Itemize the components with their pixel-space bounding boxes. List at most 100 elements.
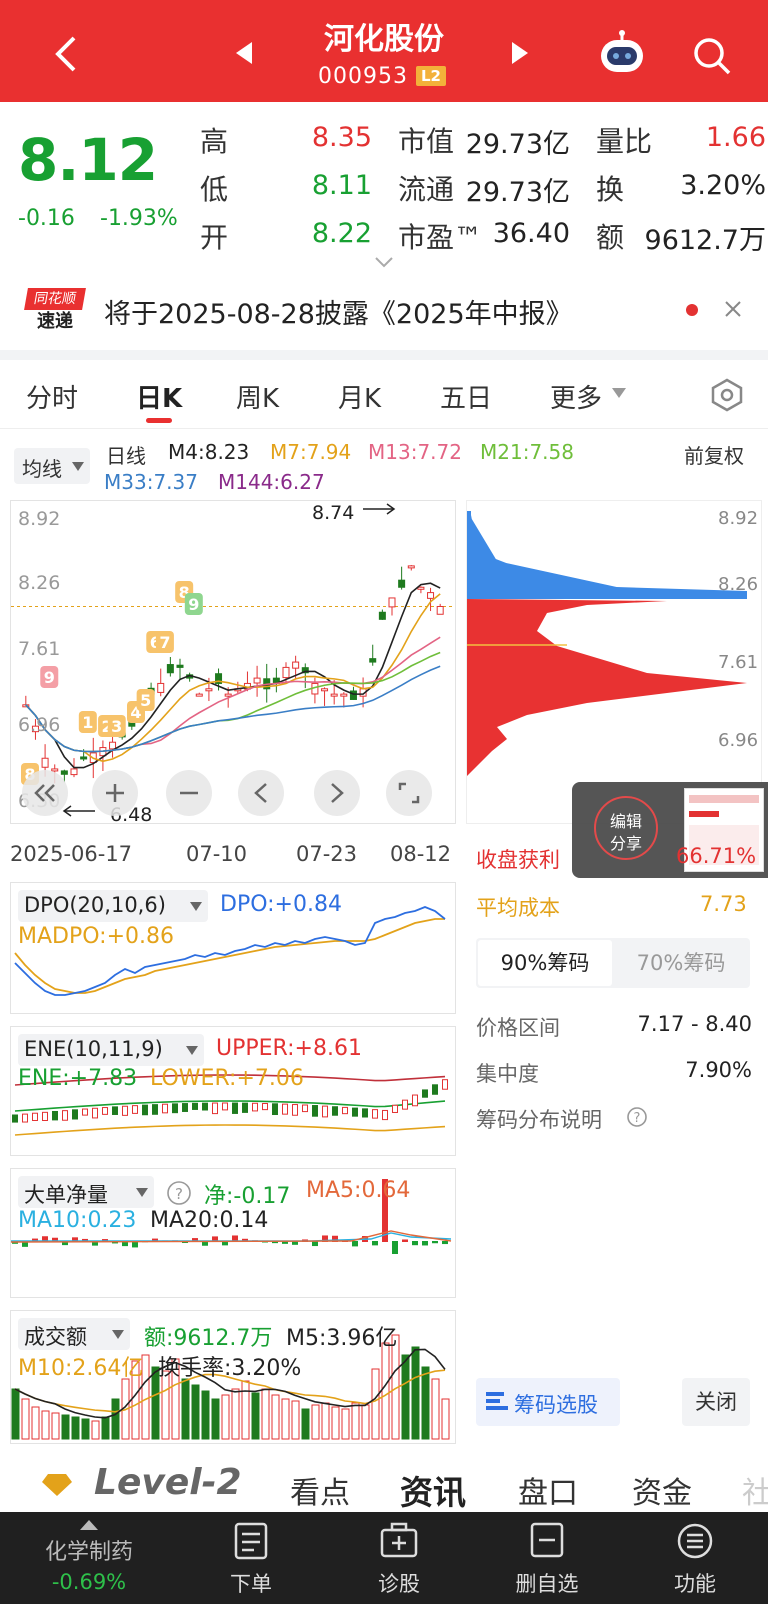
- search-icon[interactable]: [692, 36, 732, 76]
- volume-bar: [401, 1354, 410, 1440]
- turnover-rate-label: 换手率:3.20%: [158, 1356, 302, 1381]
- candle-body: [41, 757, 49, 768]
- low-label: 低: [200, 173, 229, 206]
- high-note: 8.74: [312, 502, 355, 524]
- profit-value: 66.71%: [676, 844, 757, 868]
- tab-highlights[interactable]: 看点: [290, 1468, 350, 1512]
- candle-body: [407, 565, 415, 569]
- volume-bar: [371, 1368, 380, 1440]
- tab-more[interactable]: 更多: [550, 378, 602, 415]
- float-value: 29.73亿: [465, 177, 570, 208]
- tab-weekly-k[interactable]: 周K: [236, 378, 279, 415]
- rewind-button[interactable]: [22, 770, 68, 816]
- ene-candle: [422, 1089, 428, 1098]
- fullscreen-icon: [398, 782, 420, 804]
- bigorder-selector[interactable]: 大单净量: [18, 1176, 154, 1208]
- sector-info[interactable]: 化学制药 -0.69%: [0, 1512, 178, 1604]
- chevron-left-icon: [254, 783, 267, 803]
- candle-body: [195, 693, 203, 697]
- chip-select-stock-button[interactable]: 筹码选股: [476, 1378, 620, 1426]
- ene-candle: [342, 1106, 348, 1115]
- volume-bar: [41, 1410, 50, 1440]
- ma-dropdown-icon: [72, 462, 84, 471]
- news-bar[interactable]: 同花顺 速递 将于2025-08-28披露《2025年中报》: [0, 270, 768, 350]
- robot-assistant-icon[interactable]: [598, 30, 646, 76]
- tab-90-chip[interactable]: 90%筹码: [478, 940, 612, 986]
- volume-bar: [351, 1402, 360, 1440]
- remove-watchlist-button[interactable]: 删自选: [492, 1512, 602, 1604]
- bigorder-bar: [402, 1239, 408, 1242]
- dropdown-icon: [112, 1330, 124, 1339]
- expand-chevron-icon[interactable]: [374, 255, 394, 269]
- volume-bar: [341, 1408, 350, 1440]
- diagnose-button[interactable]: 诊股: [344, 1512, 454, 1604]
- functions-button[interactable]: 功能: [640, 1512, 750, 1604]
- tab-capital[interactable]: 资金: [632, 1468, 692, 1512]
- concentration-label: 集中度: [476, 1062, 539, 1086]
- tab-five-day[interactable]: 五日: [440, 378, 492, 415]
- help-icon[interactable]: ?: [166, 1180, 192, 1206]
- ene-candle: [232, 1102, 238, 1114]
- scroll-left-button[interactable]: [238, 770, 284, 816]
- kline-ylabel: 8.26: [18, 572, 61, 594]
- candle-body: [70, 768, 78, 776]
- candle-body: [321, 688, 329, 692]
- fullscreen-button[interactable]: [386, 770, 432, 816]
- tab-news[interactable]: 资讯: [400, 1466, 466, 1514]
- x-label: 08-12: [390, 842, 452, 866]
- ene-candle: [42, 1111, 48, 1121]
- ene-line: [14, 1100, 446, 1112]
- chevron-right-icon: [331, 783, 344, 803]
- ma10-value: MA10:0.23: [18, 1208, 137, 1233]
- ene-candle: [302, 1104, 308, 1113]
- help-icon[interactable]: ?: [626, 1106, 648, 1128]
- zoom-in-button[interactable]: [92, 770, 138, 816]
- ma4-line: [25, 582, 441, 769]
- volume-bar: [11, 1388, 20, 1440]
- tab-70-chip[interactable]: 70%筹码: [614, 940, 748, 986]
- scroll-right-button[interactable]: [314, 770, 360, 816]
- dpo-selector[interactable]: DPO(20,10,6): [18, 890, 208, 922]
- tab-level2[interactable]: Level-2: [94, 1462, 242, 1503]
- adjust-mode[interactable]: 前复权: [684, 440, 744, 469]
- zoom-out-button[interactable]: [166, 770, 212, 816]
- volume-selector[interactable]: 成交额: [18, 1318, 130, 1350]
- ma13-line: [25, 636, 441, 753]
- ma144-label: M144:6.27: [218, 470, 325, 494]
- open-label: 开: [200, 221, 229, 254]
- settings-hex-icon[interactable]: [710, 378, 744, 412]
- tab-intraday[interactable]: 分时: [26, 378, 78, 415]
- volume-bar: [211, 1398, 220, 1440]
- volume-bar: [81, 1418, 90, 1440]
- candle-body: [330, 693, 338, 697]
- order-button[interactable]: 下单: [196, 1512, 306, 1604]
- volume-bar: [421, 1366, 430, 1440]
- volume-bar: [301, 1408, 310, 1440]
- tab-daily-k[interactable]: 日K: [136, 378, 182, 415]
- ene-candle: [32, 1112, 38, 1121]
- tab-monthly-k[interactable]: 月K: [338, 378, 381, 415]
- edit-share-button[interactable]: 编辑 分享: [594, 796, 658, 860]
- candle-body: [157, 682, 165, 693]
- tab-orderbook[interactable]: 盘口: [518, 1468, 578, 1512]
- kline-chart[interactable]: 98123456789: [11, 501, 455, 823]
- stock-name: 河化股份: [324, 22, 444, 57]
- ma-selector[interactable]: 均线: [14, 448, 90, 484]
- tab-community[interactable]: 社: [742, 1468, 768, 1512]
- kline-panel[interactable]: 98123456789: [10, 500, 456, 824]
- lower-value: LOWER:+7.06: [150, 1066, 304, 1091]
- lower-line: [14, 1124, 446, 1136]
- ene-candle: [122, 1105, 128, 1116]
- kline-ylabel: 8.92: [18, 508, 61, 530]
- bigorder-bar: [412, 1241, 418, 1246]
- amount-value: 额:9612.7万: [144, 1326, 273, 1351]
- chip-range-tabs: 90%筹码 70%筹码: [476, 938, 750, 988]
- close-icon[interactable]: [724, 300, 742, 318]
- chip-explain-link[interactable]: 筹码分布说明: [476, 1104, 602, 1134]
- active-tab-indicator: [146, 418, 172, 423]
- ene-selector[interactable]: ENE(10,11,9): [18, 1034, 204, 1066]
- candle-body: [80, 756, 88, 760]
- close-chip-button[interactable]: 关闭: [682, 1378, 750, 1426]
- next-stock-icon[interactable]: [512, 42, 528, 64]
- volume-bar: [21, 1398, 30, 1440]
